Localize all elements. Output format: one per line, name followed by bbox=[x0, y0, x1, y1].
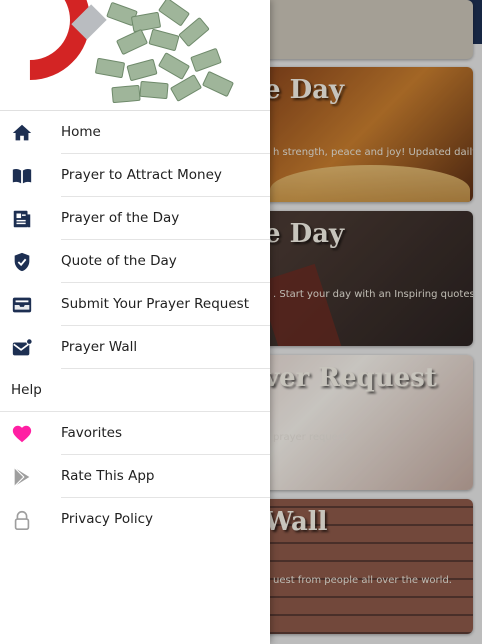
money-bill bbox=[190, 47, 222, 73]
money-bill bbox=[126, 58, 158, 82]
drawer-item-label: Prayer to Attract Money bbox=[61, 167, 222, 183]
drawer-item-label: Favorites bbox=[61, 425, 122, 441]
drawer-item-label: Quote of the Day bbox=[61, 253, 177, 269]
drawer-menu: Home Prayer to Attract Money Prayer of t… bbox=[0, 111, 270, 541]
drawer-item-label: Privacy Policy bbox=[61, 511, 154, 527]
drawer-item-label: Home bbox=[61, 124, 101, 140]
drawer-item-label: Prayer of the Day bbox=[61, 210, 180, 226]
drawer-item-submit-prayer-request[interactable]: Submit Your Prayer Request bbox=[0, 283, 270, 326]
section-label: Help bbox=[11, 382, 42, 398]
money-bill bbox=[111, 84, 141, 104]
drawer-item-quote-of-the-day[interactable]: Quote of the Day bbox=[0, 240, 270, 283]
money-bill bbox=[201, 70, 235, 98]
drawer-item-home[interactable]: Home bbox=[0, 111, 270, 154]
help-section-header: Help bbox=[0, 369, 270, 412]
drawer-scrim[interactable] bbox=[270, 0, 482, 644]
document-icon bbox=[11, 208, 33, 230]
drawer-item-label: Submit Your Prayer Request bbox=[61, 296, 249, 312]
heart-icon bbox=[11, 423, 33, 445]
drawer-header-image bbox=[0, 0, 270, 110]
money-bill bbox=[157, 0, 191, 27]
shield-check-icon bbox=[11, 251, 33, 273]
drawer-item-prayer-wall[interactable]: Prayer Wall bbox=[0, 326, 270, 369]
money-bill bbox=[115, 28, 149, 56]
drawer-item-prayer-to-attract-money[interactable]: Prayer to Attract Money bbox=[0, 154, 270, 197]
play-store-icon bbox=[11, 466, 33, 488]
money-bill bbox=[139, 80, 169, 100]
lock-icon bbox=[11, 509, 33, 531]
mail-notification-icon bbox=[11, 337, 33, 359]
navigation-drawer: Home Prayer to Attract Money Prayer of t… bbox=[0, 0, 270, 644]
drawer-item-label: Rate This App bbox=[61, 468, 155, 484]
home-icon bbox=[11, 122, 33, 144]
drawer-item-label: Prayer Wall bbox=[61, 339, 138, 355]
money-bill bbox=[94, 57, 126, 79]
money-bill bbox=[148, 28, 180, 52]
drawer-item-favorites[interactable]: Favorites bbox=[0, 412, 270, 455]
book-icon bbox=[11, 165, 33, 187]
drawer-item-prayer-of-the-day[interactable]: Prayer of the Day bbox=[0, 197, 270, 240]
drawer-item-rate-this-app[interactable]: Rate This App bbox=[0, 455, 270, 498]
money-bill bbox=[157, 52, 191, 80]
money-bill bbox=[169, 74, 203, 102]
drawer-item-privacy-policy[interactable]: Privacy Policy bbox=[0, 498, 270, 541]
inbox-icon bbox=[11, 294, 33, 316]
